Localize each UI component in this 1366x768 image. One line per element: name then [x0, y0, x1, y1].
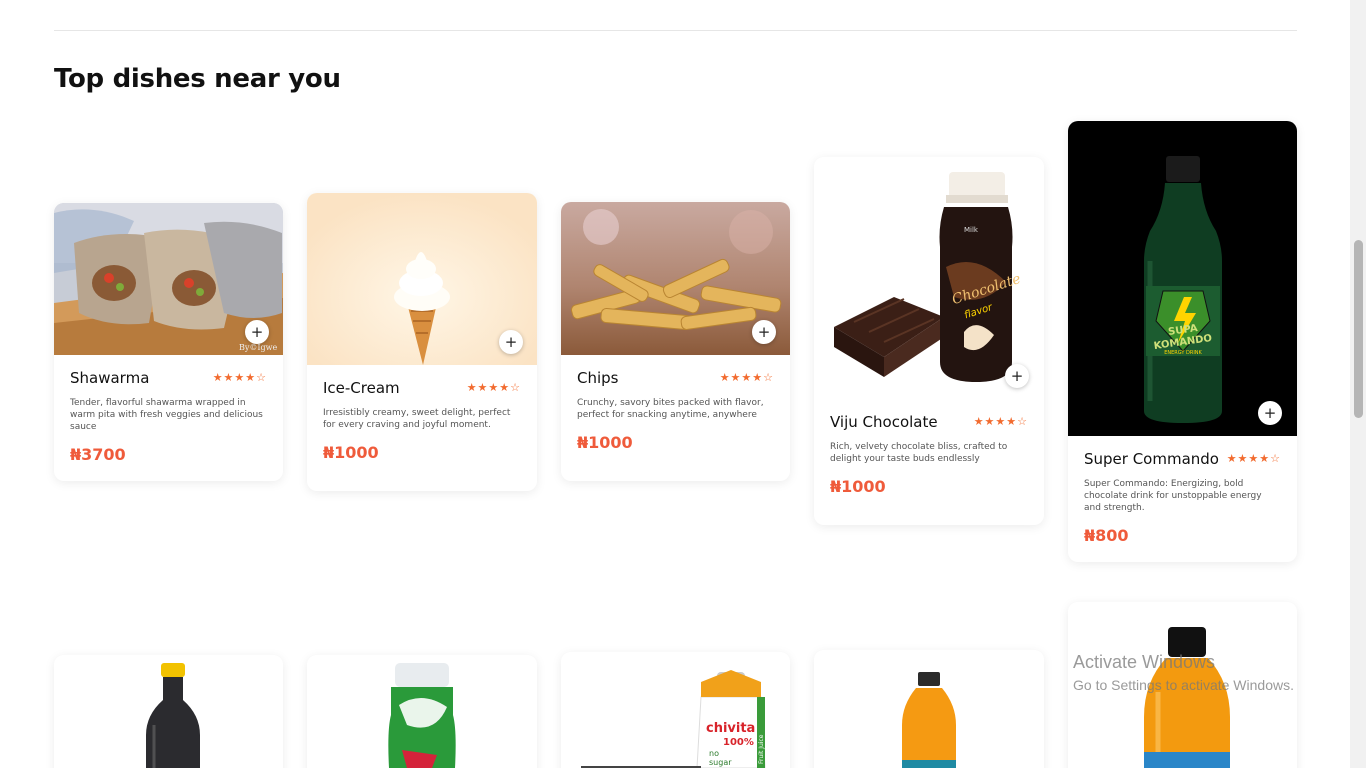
chips-image: + [561, 202, 790, 355]
image-watermark: By©Igwe [239, 343, 278, 352]
dish-price: ₦1000 [577, 433, 633, 452]
add-to-cart-button[interactable]: + [245, 320, 269, 344]
bottle-label-milk: Milk [964, 226, 979, 234]
add-to-cart-button[interactable]: + [499, 330, 523, 354]
dish-card-shawarma[interactable]: By©Igwe + Shawarma ★★★★☆ Tender, flavorf… [54, 203, 283, 481]
dish-card-ice-cream[interactable]: + Ice-Cream ★★★★☆ Irresistibly creamy, s… [307, 193, 537, 491]
dish-card-row2-4[interactable] [814, 650, 1044, 768]
page-scrollbar-thumb[interactable] [1354, 240, 1363, 418]
dish-description: Super Commando: Energizing, bold chocola… [1084, 479, 1262, 513]
carton-no: no [709, 749, 719, 758]
windows-activation-watermark: Activate Windows Go to Settings to activ… [1073, 652, 1294, 693]
ice-cream-image: + [307, 193, 537, 365]
rating-stars: ★★★★☆ [466, 381, 521, 394]
watermark-title: Activate Windows [1073, 652, 1216, 672]
dish-card-row2-3[interactable]: chivita 100% no sugar Fruit Juice [561, 652, 790, 768]
add-to-cart-button[interactable]: + [1005, 364, 1029, 388]
dish-price: ₦3700 [70, 445, 126, 464]
add-to-cart-button[interactable]: + [752, 320, 776, 344]
rating-stars: ★★★★☆ [1226, 452, 1281, 465]
dish-card-viju-chocolate[interactable]: Chocolate flavor Milk + Viju Chocolate ★… [814, 157, 1044, 525]
energy-drink-image: SUPA KOMANDO ENERGY DRINK + [1068, 121, 1297, 436]
carton-brand: chivita [706, 721, 755, 736]
chocolate-milk-image: Chocolate flavor Milk + [814, 157, 1044, 399]
dish-card-chips[interactable]: + Chips ★★★★☆ Crunchy, savory bites pack… [561, 202, 790, 481]
section-divider [54, 30, 1297, 31]
dish-description: Rich, velvety chocolate bliss, crafted t… [830, 442, 1008, 464]
dish-card-super-commando[interactable]: SUPA KOMANDO ENERGY DRINK + Super Comman… [1068, 121, 1297, 562]
dish-card-row2-1[interactable] [54, 655, 283, 768]
dish-price: ₦1000 [830, 477, 886, 496]
rating-stars: ★★★★☆ [719, 371, 774, 384]
dish-price: ₦1000 [323, 443, 379, 462]
watermark-subtitle: Go to Settings to activate Windows. [1073, 677, 1294, 693]
dish-price: ₦800 [1084, 526, 1129, 545]
dish-description: Tender, flavorful shawarma wrapped in wa… [70, 398, 263, 432]
dish-description: Crunchy, savory bites packed with flavor… [577, 398, 764, 420]
carton-sugar: sugar [709, 758, 732, 767]
section-title: Top dishes near you [54, 64, 341, 94]
dish-card-row2-2[interactable] [307, 655, 537, 768]
yoghurt-bottle-image [307, 655, 537, 768]
rating-stars: ★★★★☆ [212, 371, 267, 384]
carton-percent: 100% [723, 737, 754, 748]
carton-fruit-juice: Fruit Juice [758, 734, 765, 764]
shawarma-image: By©Igwe + [54, 203, 283, 355]
dish-description: Irresistibly creamy, sweet delight, perf… [323, 408, 511, 430]
orange-drink-image [814, 650, 1044, 768]
rating-stars: ★★★★☆ [973, 415, 1028, 428]
juice-carton-image: chivita 100% no sugar Fruit Juice [561, 652, 790, 768]
dark-bottle-image [54, 655, 283, 768]
bottle-label-energy-drink: ENERGY DRINK [1164, 350, 1202, 356]
add-to-cart-button[interactable]: + [1258, 401, 1282, 425]
